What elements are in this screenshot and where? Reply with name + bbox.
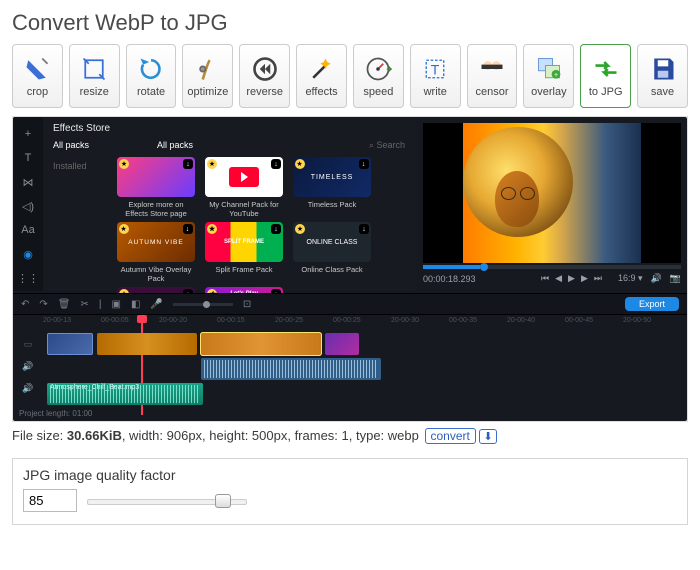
timestamp: 00:00:18.293 <box>423 274 476 284</box>
audio-clip[interactable]: Atmosphere_Chill_Beat.mp3 <box>47 383 203 405</box>
pack-youtube[interactable]: ★↓My Channel Pack for YouTube <box>205 157 283 218</box>
to-jpg-icon <box>592 55 620 83</box>
speed-icon <box>364 55 392 83</box>
timeline-tracks[interactable]: Atmosphere_Chill_Beat.mp3 <box>43 333 681 408</box>
zoom-slider[interactable] <box>173 303 233 306</box>
pack-split[interactable]: SPLIT FRAME★↓Split Frame Pack <box>205 222 283 283</box>
convert-button[interactable]: convert <box>425 428 476 444</box>
audio-clip[interactable] <box>201 358 381 380</box>
play-icon[interactable]: ▶ <box>568 273 575 284</box>
page-title: Convert WebP to JPG <box>12 10 688 36</box>
adjust-icon[interactable]: ⋮⋮ <box>21 271 35 285</box>
undo-icon[interactable]: ↶ <box>21 299 29 310</box>
color-icon[interactable]: ◧ <box>131 299 140 310</box>
optimize-button[interactable]: optimize <box>182 44 233 108</box>
volume-icon[interactable]: 🔊 <box>651 273 662 284</box>
fwd-icon[interactable]: ▶ <box>581 273 588 284</box>
crop-icon[interactable]: ▣ <box>111 299 120 310</box>
pack-explore[interactable]: ★↓Explore more on Effects Store page <box>117 157 195 218</box>
write-icon: T <box>421 55 449 83</box>
overlay-button[interactable]: + overlay <box>523 44 574 108</box>
effects-icon <box>308 55 336 83</box>
store-title: Effects Store <box>53 123 405 134</box>
track-audio2-icon[interactable]: 🔊 <box>13 377 43 399</box>
timeline-toolbar: ↶ ↷ 🗑 ✂ | ▣ ◧ 🎤 ⊡ Export <box>13 293 687 315</box>
speed-button[interactable]: speed <box>353 44 404 108</box>
effects-store: Effects Store All packs Installed All pa… <box>43 117 415 291</box>
quality-slider[interactable] <box>87 494 247 508</box>
rotate-button[interactable]: rotate <box>126 44 177 108</box>
reverse-icon <box>251 55 279 83</box>
text-icon[interactable]: T <box>21 151 35 165</box>
store-icon[interactable]: ◉ <box>21 247 35 261</box>
quality-panel: JPG image quality factor <box>12 458 688 525</box>
video-clip[interactable] <box>97 333 197 355</box>
preview-frame: + T ⋈ ◁) Aa ◉ ⋮⋮ Effects Store All packs… <box>12 116 688 422</box>
svg-text:T: T <box>431 61 440 77</box>
next-icon[interactable]: ⏭ <box>594 273 602 284</box>
delete-icon[interactable]: 🗑 <box>58 299 71 310</box>
quality-label: JPG image quality factor <box>23 467 677 483</box>
redo-icon[interactable]: ↷ <box>39 299 47 310</box>
reverse-button[interactable]: reverse <box>239 44 290 108</box>
sidebar-tab-all[interactable]: All packs <box>53 140 89 151</box>
export-button[interactable]: Export <box>625 297 679 311</box>
sidebar-tab-installed[interactable]: Installed <box>53 161 87 171</box>
resize-button[interactable]: resize <box>69 44 120 108</box>
effects-button[interactable]: effects <box>296 44 347 108</box>
aspect-ratio[interactable]: 16:9 ▾ <box>618 273 643 284</box>
editor-sidebar: + T ⋈ ◁) Aa ◉ ⋮⋮ <box>13 117 43 291</box>
crop-button[interactable]: crop <box>12 44 63 108</box>
prev-icon[interactable]: ⏮ <box>541 273 549 284</box>
svg-text:+: + <box>554 71 558 78</box>
search-input[interactable]: ⌕ Search <box>369 140 405 151</box>
back-icon[interactable]: ◀ <box>555 273 562 284</box>
toolbar: crop resize rotate optimize reverse effe… <box>12 44 688 108</box>
fit-icon[interactable]: ⊡ <box>243 299 251 310</box>
tab-all-packs[interactable]: All packs <box>157 140 193 151</box>
censor-icon <box>478 55 506 83</box>
track-video-icon[interactable]: ▭ <box>13 333 43 355</box>
optimize-icon <box>194 55 222 83</box>
download-icon[interactable]: ⬇ <box>479 429 496 444</box>
resize-icon <box>80 55 108 83</box>
project-length: Project length: 01:00 <box>19 409 92 418</box>
volume-icon[interactable]: ◁) <box>21 199 35 213</box>
add-icon[interactable]: + <box>21 127 35 141</box>
save-icon <box>649 55 677 83</box>
rotate-icon <box>137 55 165 83</box>
video-clip-selected[interactable] <box>201 333 321 355</box>
write-button[interactable]: T write <box>410 44 461 108</box>
track-audio1-icon[interactable]: 🔊 <box>13 355 43 377</box>
video-clip[interactable] <box>325 333 359 355</box>
cut-icon[interactable]: ✂ <box>80 299 88 310</box>
link-icon[interactable]: ⋈ <box>21 175 35 189</box>
pack-autumn[interactable]: AUTUMN VIBE★↓Autumn Vibe Overlay Pack <box>117 222 195 283</box>
seek-bar[interactable] <box>423 265 681 269</box>
quality-input[interactable] <box>23 489 77 512</box>
camera-icon[interactable]: 📷 <box>670 273 681 284</box>
video-preview: 00:00:18.293 ⏮ ◀ ▶ ▶ ⏭ 16:9 ▾ 🔊 📷 <box>423 123 681 284</box>
video-editor: + T ⋈ ◁) Aa ◉ ⋮⋮ Effects Store All packs… <box>13 117 687 421</box>
crop-icon <box>23 55 51 83</box>
overlay-icon: + <box>535 55 563 83</box>
censor-button[interactable]: censor <box>467 44 518 108</box>
save-button[interactable]: save <box>637 44 688 108</box>
file-meta: File size: 30.66KiB, width: 906px, heigh… <box>12 428 688 444</box>
pack-timeless[interactable]: TIMELESS★↓Timeless Pack <box>293 157 371 218</box>
to-jpg-button[interactable]: to JPG <box>580 44 631 108</box>
pack-online[interactable]: ONLINE CLASS★↓Online Class Pack <box>293 222 371 283</box>
mic-icon[interactable]: 🎤 <box>150 299 162 310</box>
video-clip[interactable] <box>47 333 93 355</box>
video-screen[interactable] <box>423 123 681 263</box>
font-icon[interactable]: Aa <box>21 223 35 237</box>
